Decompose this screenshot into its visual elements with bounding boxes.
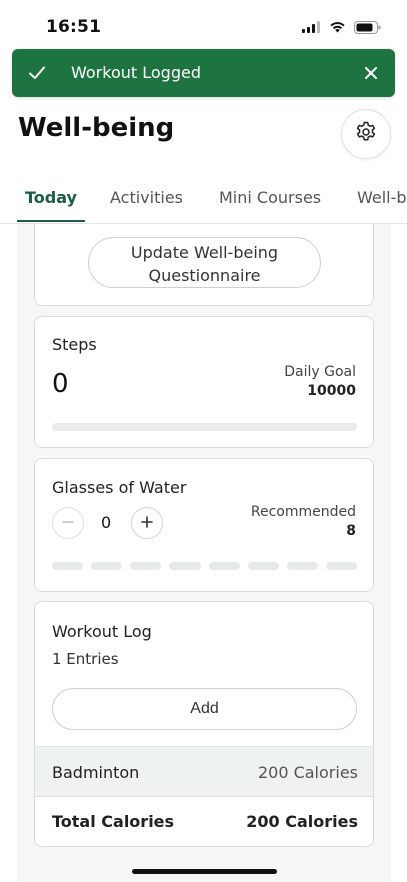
increment-water-button[interactable]: [131, 507, 163, 539]
workout-entry-row[interactable]: Badminton 200 Calories: [35, 746, 373, 797]
add-workout-button[interactable]: Add: [52, 688, 357, 730]
workout-log-card: Workout Log 1 Entries Add Badminton 200 …: [34, 601, 374, 847]
settings-button[interactable]: [341, 109, 391, 159]
workout-log-title: Workout Log: [52, 622, 152, 641]
steps-card: Steps 0 Daily Goal 10000: [34, 316, 374, 448]
status-icons: [302, 18, 381, 36]
battery-icon: [354, 20, 381, 34]
water-count: 0: [101, 513, 112, 532]
water-segment: [286, 562, 318, 570]
toast-message: Workout Logged: [71, 63, 201, 82]
status-bar: 16:51: [0, 0, 407, 50]
total-calories-row: Total Calories 200 Calories: [35, 797, 373, 846]
cellular-signal-icon: [302, 21, 321, 33]
steps-title: Steps: [52, 335, 97, 354]
gear-icon: [354, 120, 378, 148]
daily-goal-label: Daily Goal: [284, 364, 356, 380]
water-title: Glasses of Water: [52, 478, 187, 497]
recommended-value: 8: [346, 523, 356, 539]
tab-mini-courses[interactable]: Mini Courses: [219, 188, 321, 207]
workout-name: Badminton: [52, 763, 140, 782]
water-progress-segments: [52, 562, 357, 570]
tab-well-being[interactable]: Well-b: [357, 188, 407, 207]
daily-goal-value: 10000: [307, 383, 356, 399]
questionnaire-card: Update Well-being Questionnaire: [34, 224, 374, 306]
status-time: 16:51: [46, 17, 102, 37]
water-segment: [169, 562, 201, 570]
wifi-icon: [329, 21, 346, 33]
tab-bar: Today Activities Mini Courses Well-b: [0, 178, 407, 224]
workout-entries-count: 1 Entries: [52, 650, 119, 668]
steps-progress-bar: [52, 423, 357, 431]
water-segment: [325, 562, 357, 570]
total-calories-value: 200 Calories: [246, 812, 358, 831]
recommended-label: Recommended: [250, 504, 356, 520]
tab-activities[interactable]: Activities: [110, 188, 183, 207]
checkmark-icon: [28, 64, 46, 82]
water-segment: [247, 562, 279, 570]
water-segment: [91, 562, 123, 570]
home-indicator: [132, 869, 277, 874]
water-segment: [52, 562, 84, 570]
workout-calories: 200 Calories: [257, 763, 358, 782]
water-segment: [130, 562, 162, 570]
close-icon[interactable]: [359, 61, 383, 85]
tab-today[interactable]: Today: [25, 188, 77, 207]
steps-value: 0: [52, 369, 69, 399]
minus-icon: [61, 514, 75, 533]
active-tab-indicator: [17, 220, 85, 222]
page-title: Well-being: [18, 113, 175, 143]
water-card: Glasses of Water 0 Recommended 8: [34, 458, 374, 592]
update-questionnaire-button[interactable]: Update Well-being Questionnaire: [88, 237, 321, 288]
toast-notification: Workout Logged: [12, 49, 395, 97]
water-segment: [208, 562, 240, 570]
total-calories-label: Total Calories: [52, 812, 175, 831]
decrement-water-button[interactable]: [52, 507, 84, 539]
plus-icon: [140, 514, 154, 533]
